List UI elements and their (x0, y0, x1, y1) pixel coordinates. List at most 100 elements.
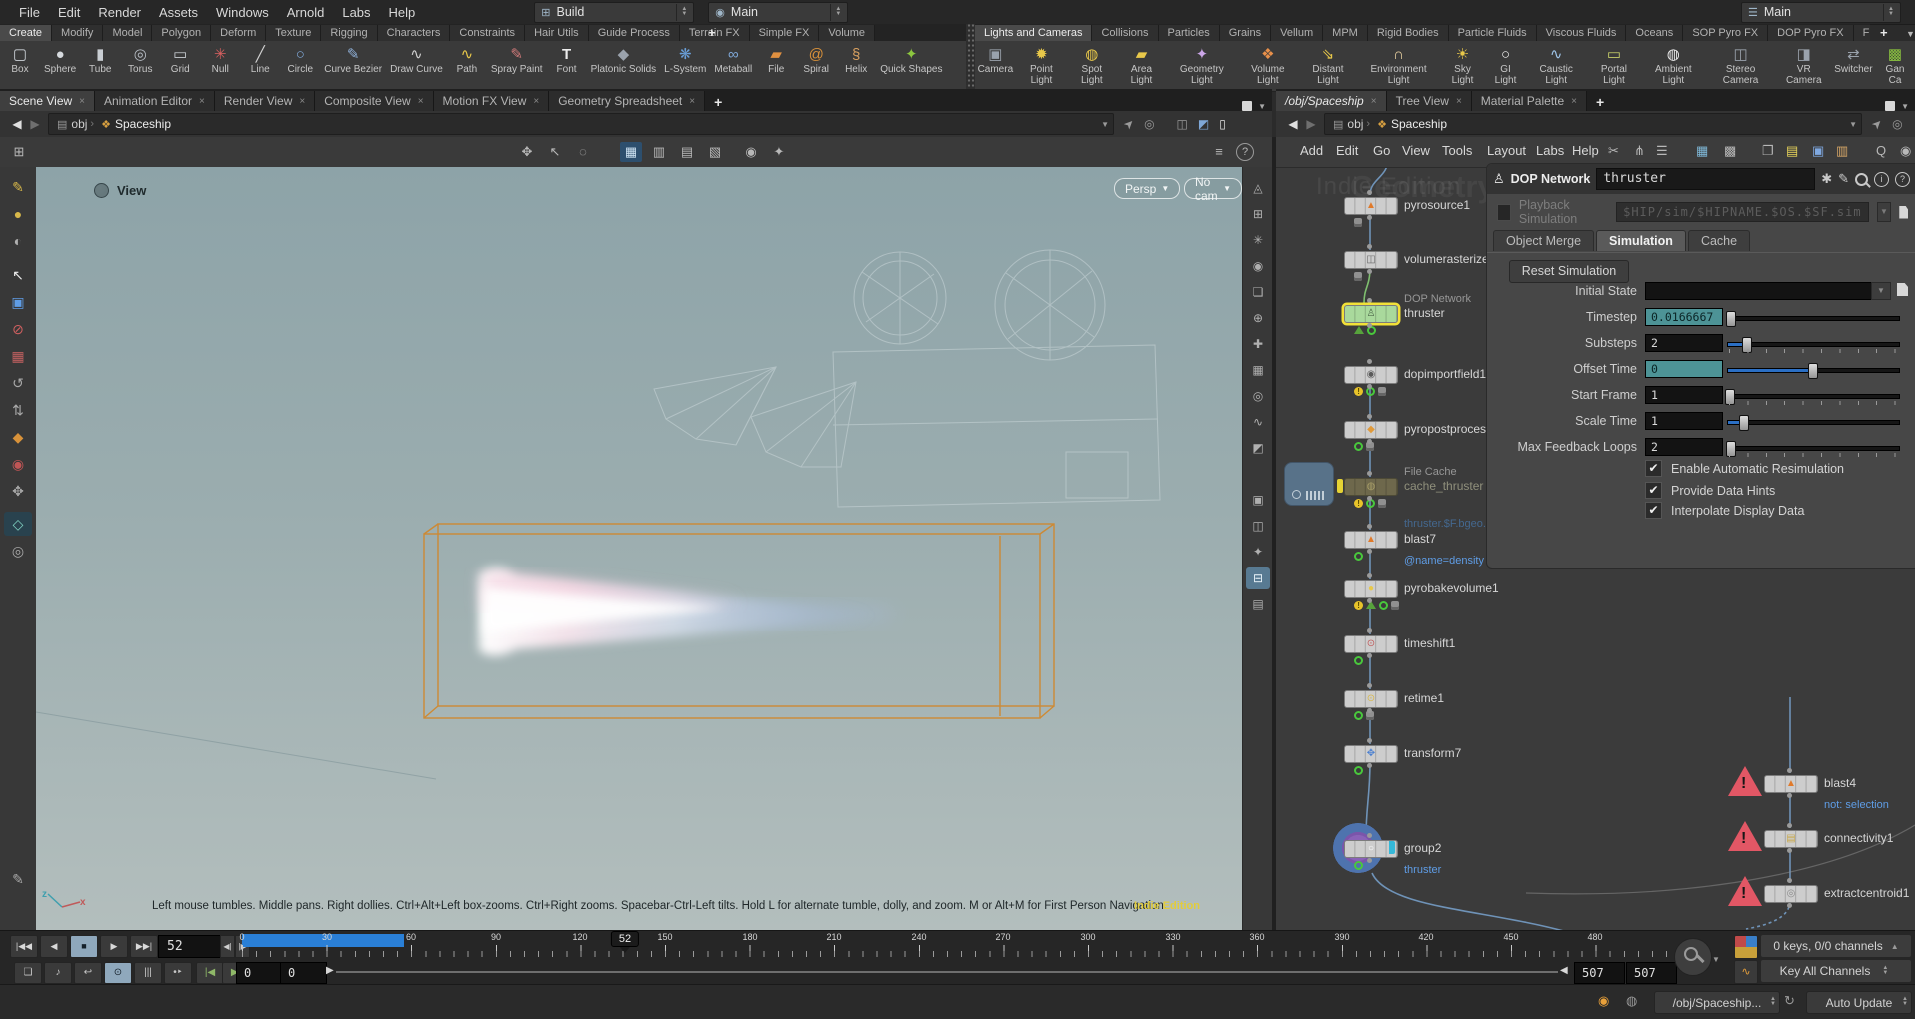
sculpt-tool-icon[interactable]: ● (4, 202, 32, 226)
node-badge-icon[interactable] (1354, 655, 1363, 665)
dopesheet-icon[interactable] (1734, 935, 1758, 959)
shelf-divider-handle[interactable] (966, 24, 975, 89)
projection-selector[interactable]: Persp ▼ (1114, 178, 1181, 199)
network-node[interactable]: ▲ blast4 not: selection (1728, 766, 1889, 811)
memory-icon[interactable]: ◍ (1626, 993, 1637, 1009)
close-icon[interactable]: × (689, 96, 695, 107)
orbit-icon[interactable]: ◎ (4, 539, 32, 563)
jump-start-button[interactable]: |◀◀ (10, 935, 38, 958)
menu-item[interactable]: Windows (207, 2, 278, 23)
search-icon[interactable] (1855, 172, 1868, 186)
shelf-tab[interactable]: Modify (52, 25, 104, 41)
range-slider-track[interactable] (336, 971, 1558, 973)
move-tool-icon[interactable]: ✥ (4, 479, 32, 503)
shelf-tool[interactable]: ○ Circle (280, 43, 320, 77)
volume-display-icon[interactable]: ▣ (1246, 489, 1270, 511)
pane-layout-icon[interactable]: ⊞ (8, 142, 30, 162)
path-root[interactable]: obj (71, 117, 87, 131)
light-icon[interactable]: ◩ (1198, 117, 1209, 131)
search-icon[interactable]: Q (1876, 143, 1886, 158)
menu-item[interactable]: Labs (333, 2, 379, 23)
file-chooser-icon[interactable] (1897, 283, 1908, 296)
shelf-tool[interactable]: ∩ Environment Light (1358, 43, 1440, 87)
file-chooser-icon[interactable] (1899, 205, 1908, 219)
lasso-select-icon[interactable]: ◌ (572, 142, 594, 162)
shelf-tab[interactable]: Texture (266, 25, 322, 41)
origin-icon[interactable]: ⊕ (1246, 307, 1270, 329)
brush-tool-icon[interactable]: ✎ (4, 175, 32, 199)
shelf-tool[interactable]: T Font (547, 43, 587, 77)
path-root[interactable]: obj (1347, 117, 1363, 131)
node-badge-icon[interactable] (1366, 386, 1375, 396)
path-node[interactable]: Spaceship (1391, 117, 1447, 131)
network-node[interactable]: ♙ DOP Network thruster (1344, 293, 1471, 335)
pane-tab[interactable]: Scene View × (0, 91, 95, 111)
paint-mask-icon[interactable]: ▦ (4, 344, 32, 368)
parameter-value-field[interactable]: 0 (1645, 360, 1723, 378)
chevron-down-icon[interactable]: ▼ (1712, 955, 1720, 964)
menu-item[interactable]: Edit (49, 2, 89, 23)
node-tile[interactable]: ✥ (1344, 745, 1398, 763)
node-badge-icon[interactable] (1378, 386, 1386, 396)
node-badge-icon[interactable] (1391, 600, 1399, 610)
node-badge-icon[interactable] (1366, 441, 1374, 451)
loop-mode-icon[interactable]: ↩ (74, 962, 102, 984)
shelf-tab[interactable]: Constraints (450, 25, 526, 41)
node-tile[interactable]: ▲ (1344, 197, 1398, 215)
normals-icon[interactable]: ◎ (1246, 385, 1270, 407)
node-badge-icon[interactable] (1354, 600, 1363, 610)
stepper-icon[interactable]: ▲ ▼ (830, 3, 845, 21)
shelf-tool[interactable]: ◎ Torus (120, 43, 160, 77)
jump-end-button[interactable]: ▶▶| (130, 935, 158, 958)
help-icon[interactable]: ? (1895, 171, 1910, 187)
pane-tab[interactable]: Animation Editor × (95, 91, 215, 111)
node-tile[interactable]: ◆ (1344, 421, 1398, 439)
light-toggle-icon[interactable]: ◉ (1246, 255, 1270, 277)
shelf-tab[interactable]: Collisions (1092, 25, 1159, 41)
slider-handle[interactable] (1807, 363, 1818, 379)
shelf-tool[interactable]: ✦ Geometry Light (1166, 43, 1237, 87)
frame-view-icon[interactable]: ❏ (1246, 281, 1270, 303)
shelf-tool[interactable]: ☀ Sky Light (1440, 43, 1486, 87)
path-field[interactable]: ▤ obj › ❖ Spaceship ▼ (48, 113, 1114, 135)
network-node[interactable]: ◍ File Cache cache_thruster thruster.$F.… (1284, 462, 1497, 530)
gallery-icon[interactable]: ▥ (1836, 143, 1848, 159)
cook-indicator-icon[interactable]: ◉ (1598, 993, 1609, 1009)
axis-toggle-icon[interactable]: ✳ (1246, 229, 1270, 251)
network-node[interactable]: ⊙ retime1 (1344, 683, 1444, 720)
stepper-icon[interactable]: ▲ ▼ (1898, 993, 1912, 1010)
slider-handle[interactable] (1738, 415, 1749, 431)
network-node[interactable]: ⊙ timeshift1 (1344, 628, 1455, 665)
network-node[interactable]: ✥ transform7 (1344, 738, 1461, 775)
shelf-tool[interactable]: ⇘ Distant Light (1298, 43, 1357, 87)
close-icon[interactable]: × (199, 96, 205, 107)
parameter-slider[interactable] (1724, 389, 1900, 405)
network-node[interactable]: ▲ pyrosource1 (1344, 190, 1470, 227)
shelf-overflow-icon[interactable]: ▼ (1900, 29, 1915, 39)
close-icon[interactable]: × (1371, 96, 1377, 107)
node-badge-icon[interactable] (1354, 271, 1362, 281)
stop-button[interactable]: ■ (70, 935, 98, 958)
add-pane-tab-button[interactable]: + (705, 93, 731, 111)
shelf-tab[interactable]: MPM (1323, 25, 1368, 41)
shelf-tab[interactable]: Polygon (152, 25, 212, 41)
node-badge-icon[interactable] (1354, 441, 1363, 451)
menu-item[interactable]: File (10, 2, 49, 23)
shelf-tab[interactable]: Volume (819, 25, 876, 41)
prev-key-button[interactable]: |◀ (196, 962, 224, 984)
forward-icon[interactable]: ▶ (26, 117, 44, 131)
stepper-icon[interactable]: ▲ ▼ (1766, 993, 1780, 1010)
forward-icon[interactable]: ▶ (1302, 117, 1320, 131)
parameter-value-field[interactable]: 2 (1645, 334, 1723, 352)
checkbox[interactable]: ✔ (1645, 502, 1662, 519)
add-shelf-tab-button[interactable]: + (1872, 25, 1896, 40)
pane-tab[interactable]: Render View × (214, 91, 316, 111)
shelf-tool[interactable]: ◍ Spot Light (1067, 43, 1116, 87)
pane-tab[interactable]: /obj/Spaceship × (1276, 91, 1387, 111)
node-badge-icon[interactable] (1354, 765, 1363, 775)
close-icon[interactable]: × (418, 96, 424, 107)
shelf-tool[interactable]: ❖ Volume Light (1237, 43, 1298, 87)
shelf-tool[interactable]: ◍ Ambient Light (1641, 43, 1705, 87)
take-selector[interactable]: ☰ Main ▲ ▼ (1741, 1, 1901, 23)
reset-simulation-button[interactable]: Reset Simulation (1509, 260, 1629, 283)
